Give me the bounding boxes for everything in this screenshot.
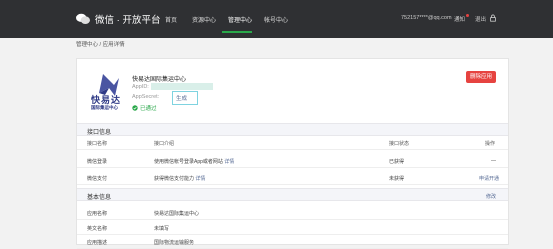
- approval-status: 已通过: [132, 104, 157, 112]
- table-row: 微信支付 获得微信支付能力 详情 未获得 申请开通: [77, 172, 508, 185]
- platform-title: 微信 · 开放平台: [95, 15, 161, 26]
- edit-basic-info-link[interactable]: 修改: [486, 193, 496, 200]
- col-interface-name: 接口名称: [87, 141, 108, 147]
- appsecret-label: AppSecret:: [132, 94, 160, 100]
- col-interface-action: 操作: [485, 141, 496, 147]
- appid-value-redacted: [151, 83, 213, 90]
- info-value: 未填写: [154, 226, 170, 232]
- table-row: 微信登录 使用微信帐号登录App或者网站 详情 已获得 —: [77, 155, 508, 168]
- interface-status: 未获得: [389, 176, 405, 182]
- interface-detail-link[interactable]: 详情: [224, 159, 234, 165]
- interface-desc: 使用微信帐号登录App或者网站 详情: [154, 158, 234, 165]
- info-row: 应用描述 国际物流运输服务: [77, 236, 508, 249]
- approval-status-text: 已通过: [140, 106, 157, 112]
- delete-app-button[interactable]: 删除应用: [466, 71, 496, 83]
- interface-desc: 获得微信支付能力 详情: [154, 175, 205, 182]
- notice-link[interactable]: 通知: [454, 15, 465, 23]
- col-interface-desc: 接口介绍: [154, 141, 175, 147]
- info-value: 快易达国际集运中心: [154, 211, 200, 217]
- check-circle-icon: [132, 105, 138, 111]
- app-logo-caption-bottom: 国际集运中心: [91, 105, 118, 110]
- top-navigation-bar: 微信 · 开放平台 首页 资源中心 管理中心 帐号中心 752157****@q…: [0, 0, 553, 38]
- lock-icon[interactable]: [489, 14, 497, 22]
- breadcrumb[interactable]: 管理中心 / 应用详情: [76, 40, 125, 48]
- info-row: 英文名称 未填写: [77, 222, 508, 235]
- interface-table-header: 接口名称 接口介绍 接口状态 操作: [77, 137, 508, 150]
- app-name: 快易达国际集运中心: [132, 77, 187, 83]
- basic-section-title: 基本信息: [87, 195, 112, 201]
- app-detail-panel: 快易达 国际集运中心 快易达国际集运中心 AppID: AppSecret: 生…: [76, 58, 509, 249]
- nav-resources[interactable]: 资源中心: [192, 15, 216, 24]
- generate-secret-link[interactable]: 生成: [176, 94, 187, 102]
- info-row: 应用名称 快易达国际集运中心: [77, 207, 508, 220]
- info-label: 应用名称: [87, 211, 108, 217]
- user-email[interactable]: 752157****@qq.com: [401, 15, 452, 21]
- interface-status: 已获得: [389, 159, 405, 165]
- apply-activate-link[interactable]: 申请开通: [479, 175, 499, 182]
- app-logo: 快易达 国际集运中心: [89, 71, 129, 113]
- notice-badge: [466, 14, 469, 17]
- nav-management[interactable]: 管理中心: [228, 15, 252, 24]
- logout-link[interactable]: 退出: [475, 15, 486, 23]
- interface-detail-link[interactable]: 详情: [195, 176, 205, 182]
- appid-label: AppID:: [132, 84, 149, 90]
- interface-desc-text: 使用微信帐号登录App或者网站: [154, 159, 223, 165]
- interface-section-title: 接口信息: [87, 130, 112, 136]
- info-label: 英文名称: [87, 226, 108, 232]
- interface-name: 微信登录: [87, 159, 108, 165]
- col-interface-status: 接口状态: [389, 141, 410, 147]
- nav-home[interactable]: 首页: [165, 15, 177, 24]
- interface-desc-text: 获得微信支付能力: [154, 176, 195, 182]
- wechat-icon: [76, 13, 90, 24]
- basic-section-header: 基本信息 修改: [77, 188, 508, 201]
- interface-action: —: [491, 158, 496, 164]
- brand-logo[interactable]: 微信 · 开放平台: [76, 12, 160, 26]
- interface-name: 微信支付: [87, 176, 108, 182]
- active-nav-indicator: [222, 31, 252, 33]
- interface-section-header: 接口信息: [77, 123, 508, 136]
- nav-account[interactable]: 帐号中心: [264, 15, 288, 24]
